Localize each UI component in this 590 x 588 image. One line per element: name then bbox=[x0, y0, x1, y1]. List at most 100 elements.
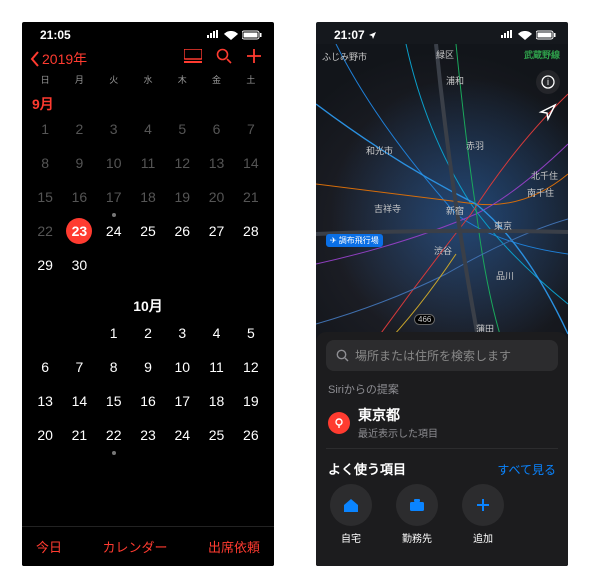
day-cell[interactable]: 20 bbox=[199, 184, 233, 218]
favorite-work[interactable]: 勤務先 bbox=[396, 484, 438, 545]
september-grid: 1234567891011121314151617181920212223242… bbox=[22, 116, 274, 286]
day-cell[interactable]: 2 bbox=[131, 320, 165, 354]
day-cell[interactable]: 5 bbox=[234, 320, 268, 354]
see-all-button[interactable]: すべて見る bbox=[497, 461, 556, 478]
day-cell[interactable]: 3 bbox=[97, 116, 131, 150]
day-cell[interactable]: 22 bbox=[97, 422, 131, 456]
label-urawa: 浦和 bbox=[446, 74, 464, 87]
back-to-year-button[interactable]: 2019年 bbox=[30, 49, 87, 69]
day-cell[interactable]: 14 bbox=[62, 388, 96, 422]
day-cell[interactable]: 11 bbox=[199, 354, 233, 388]
day-cell[interactable]: 15 bbox=[97, 388, 131, 422]
search-input[interactable]: 場所または住所を検索します bbox=[326, 340, 558, 371]
status-bar: 21:05 bbox=[22, 22, 274, 44]
day-cell[interactable]: 6 bbox=[28, 354, 62, 388]
label-chofu-airfield: ✈調布飛行場 bbox=[326, 234, 383, 247]
day-cell[interactable]: 28 bbox=[234, 218, 268, 252]
day-cell[interactable]: 13 bbox=[28, 388, 62, 422]
day-cell[interactable]: 18 bbox=[131, 184, 165, 218]
day-cell[interactable]: 27 bbox=[199, 218, 233, 252]
day-cell[interactable]: 17 bbox=[97, 184, 131, 218]
label-midori: 緑区 bbox=[436, 48, 454, 61]
search-placeholder: 場所または住所を検索します bbox=[355, 347, 511, 364]
search-sheet[interactable]: 場所または住所を検索します Siriからの提案 東京都 最近表示した項目 よく使… bbox=[316, 332, 568, 566]
day-cell[interactable]: 24 bbox=[165, 422, 199, 456]
label-kitasenju: 北千住 bbox=[531, 169, 558, 182]
day-cell[interactable]: 16 bbox=[62, 184, 96, 218]
calendar-toolbar: 今日 カレンダー 出席依頼 bbox=[22, 526, 274, 566]
day-cell[interactable]: 6 bbox=[199, 116, 233, 150]
day-cell[interactable]: 21 bbox=[234, 184, 268, 218]
status-time: 21:05 bbox=[40, 28, 71, 42]
day-cell[interactable]: 2 bbox=[62, 116, 96, 150]
day-cell[interactable]: 19 bbox=[234, 388, 268, 422]
day-cell[interactable]: 15 bbox=[28, 184, 62, 218]
day-cell[interactable]: 14 bbox=[234, 150, 268, 184]
day-cell[interactable]: 18 bbox=[199, 388, 233, 422]
day-cell[interactable]: 4 bbox=[131, 116, 165, 150]
inbox-button[interactable]: 出席依頼 bbox=[208, 537, 260, 556]
day-cell bbox=[131, 252, 165, 286]
calendars-button[interactable]: カレンダー bbox=[102, 537, 167, 556]
label-wako: 和光市 bbox=[366, 144, 393, 157]
day-cell[interactable]: 5 bbox=[165, 116, 199, 150]
label-kichijoji: 吉祥寺 bbox=[374, 202, 401, 215]
day-cell[interactable]: 29 bbox=[28, 252, 62, 286]
transit-lines bbox=[316, 44, 568, 354]
day-cell[interactable]: 13 bbox=[199, 150, 233, 184]
day-cell[interactable]: 21 bbox=[62, 422, 96, 456]
map-canvas[interactable]: ふじみ野市 緑区 武蔵野線 浦和 和光市 赤羽 北千住 南千住 吉祥寺 新宿 東… bbox=[316, 44, 568, 354]
day-cell[interactable]: 25 bbox=[199, 422, 233, 456]
day-cell[interactable]: 8 bbox=[28, 150, 62, 184]
day-cell[interactable]: 24 bbox=[97, 218, 131, 252]
day-cell[interactable]: 9 bbox=[131, 354, 165, 388]
day-cell[interactable]: 12 bbox=[165, 150, 199, 184]
day-cell[interactable]: 22 bbox=[28, 218, 62, 252]
search-icon bbox=[336, 349, 349, 362]
day-cell[interactable]: 30 bbox=[62, 252, 96, 286]
add-event-button[interactable] bbox=[246, 48, 262, 69]
dow-fri: 金 bbox=[199, 71, 233, 88]
locate-me-button[interactable] bbox=[536, 100, 560, 124]
day-cell[interactable]: 1 bbox=[28, 116, 62, 150]
search-icon[interactable] bbox=[216, 48, 232, 69]
day-cell[interactable]: 23 bbox=[131, 422, 165, 456]
map-info-button[interactable]: i bbox=[536, 70, 560, 94]
october-grid: 1234567891011121314151617181920212223242… bbox=[22, 320, 274, 456]
calendar-header: 2019年 bbox=[22, 44, 274, 71]
siri-suggestion-item[interactable]: 東京都 最近表示した項目 bbox=[326, 401, 558, 449]
day-cell[interactable]: 23 bbox=[62, 218, 96, 252]
favorite-home[interactable]: 自宅 bbox=[330, 484, 372, 545]
day-cell[interactable]: 3 bbox=[165, 320, 199, 354]
day-cell[interactable]: 11 bbox=[131, 150, 165, 184]
day-cell[interactable]: 8 bbox=[97, 354, 131, 388]
status-bar: 21:07 bbox=[316, 22, 568, 44]
day-cell[interactable]: 26 bbox=[165, 218, 199, 252]
day-cell[interactable]: 7 bbox=[234, 116, 268, 150]
day-cell[interactable]: 10 bbox=[165, 354, 199, 388]
day-cell[interactable]: 9 bbox=[62, 150, 96, 184]
label-shinagawa: 品川 bbox=[496, 269, 514, 282]
day-cell[interactable]: 4 bbox=[199, 320, 233, 354]
day-cell[interactable]: 7 bbox=[62, 354, 96, 388]
location-services-icon bbox=[368, 31, 377, 40]
view-toggle-icon[interactable] bbox=[184, 49, 202, 68]
day-cell[interactable]: 25 bbox=[131, 218, 165, 252]
back-year-label: 2019年 bbox=[42, 49, 87, 69]
day-cell[interactable]: 16 bbox=[131, 388, 165, 422]
dow-sat: 土 bbox=[234, 71, 268, 88]
day-cell[interactable]: 17 bbox=[165, 388, 199, 422]
day-cell bbox=[234, 252, 268, 286]
favorites-header: よく使う項目 bbox=[328, 459, 406, 478]
favorite-add[interactable]: 追加 bbox=[462, 484, 504, 545]
today-button[interactable]: 今日 bbox=[36, 537, 62, 556]
day-cell[interactable]: 10 bbox=[97, 150, 131, 184]
day-cell bbox=[199, 252, 233, 286]
day-cell[interactable]: 12 bbox=[234, 354, 268, 388]
dow-tue: 火 bbox=[97, 71, 131, 88]
day-cell[interactable]: 1 bbox=[97, 320, 131, 354]
label-akabane: 赤羽 bbox=[466, 139, 484, 152]
day-cell[interactable]: 26 bbox=[234, 422, 268, 456]
day-cell[interactable]: 19 bbox=[165, 184, 199, 218]
day-cell[interactable]: 20 bbox=[28, 422, 62, 456]
